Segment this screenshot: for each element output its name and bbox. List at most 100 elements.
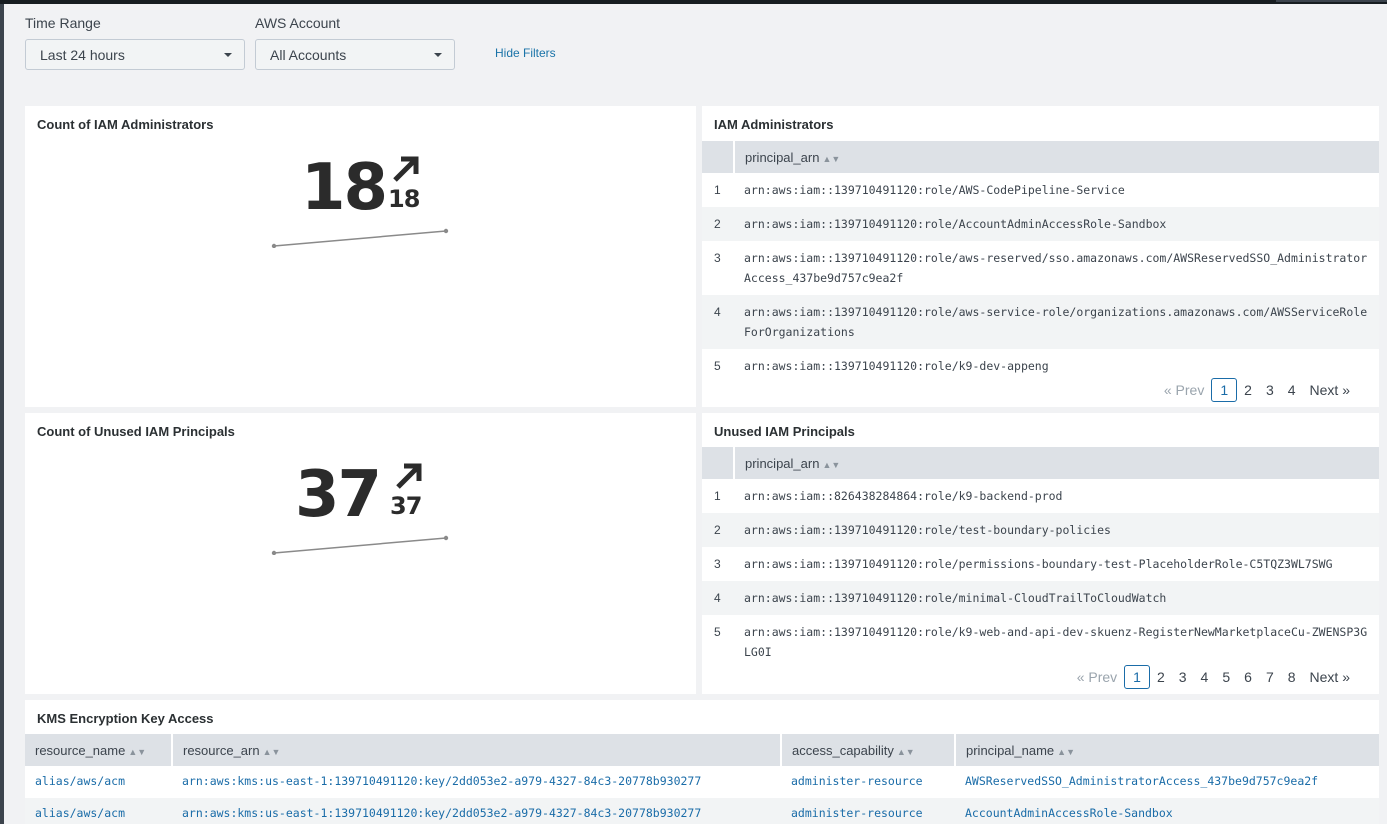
table-row[interactable]: 2 arn:aws:iam::139710491120:role/AccountA… bbox=[702, 207, 1379, 241]
row-number: 5 bbox=[702, 615, 734, 669]
pager-page[interactable]: 2 bbox=[1237, 382, 1259, 398]
principal-arn-cell[interactable]: arn:aws:iam::139710491120:role/test-boun… bbox=[734, 513, 1379, 547]
sort-icon: ▲▼ bbox=[262, 746, 281, 757]
principal-arn-cell[interactable]: arn:aws:iam::139710491120:role/aws-servi… bbox=[734, 295, 1379, 349]
pager-page[interactable]: 1 bbox=[1211, 378, 1238, 402]
sparkline-line bbox=[273, 230, 447, 247]
kms-panel: KMS Encryption Key Access resource_name ▲… bbox=[25, 700, 1379, 824]
hide-filters-link[interactable]: Hide Filters bbox=[495, 46, 556, 60]
panel-title: Count of Unused IAM Principals bbox=[37, 424, 235, 439]
pager-page[interactable]: 5 bbox=[1215, 669, 1237, 685]
principal-name-cell[interactable]: AccountAdminAccessRole-Sandbox bbox=[955, 798, 1379, 824]
sparkline-line bbox=[273, 537, 447, 554]
principal-arn-cell[interactable]: arn:aws:iam::139710491120:role/k9-web-an… bbox=[734, 615, 1379, 669]
access-capability-cell[interactable]: administer-resource bbox=[781, 766, 955, 798]
resource-name-cell[interactable]: alias/aws/acm bbox=[25, 766, 172, 798]
aws-account-label: AWS Account bbox=[255, 15, 341, 31]
pagination: « Prev 1 2 3 4 5 6 7 8 Next » bbox=[1070, 665, 1357, 689]
column-header-access-capability[interactable]: access_capability ▲▼ bbox=[780, 734, 955, 766]
time-range-select[interactable]: Last 24 hours bbox=[25, 39, 245, 70]
count-unused-panel: Count of Unused IAM Principals 37 37 bbox=[25, 413, 696, 694]
column-header-label: access_capability bbox=[792, 742, 894, 758]
principal-arn-cell[interactable]: arn:aws:iam::139710491120:role/aws-reser… bbox=[734, 241, 1379, 295]
table-row[interactable]: alias/aws/acm arn:aws:kms:us-east-1:13971… bbox=[25, 798, 1379, 824]
principal-arn-cell[interactable]: arn:aws:iam::139710491120:role/AccountAd… bbox=[734, 207, 1379, 241]
column-header-label: principal_name bbox=[966, 742, 1055, 758]
pager-page[interactable]: 8 bbox=[1281, 669, 1303, 685]
pager-page[interactable]: 6 bbox=[1237, 669, 1259, 685]
single-value: 18 18 bbox=[25, 146, 696, 266]
column-header-principal-arn[interactable]: principal_arn ▲▼ bbox=[733, 141, 1379, 173]
unused-principals-table: principal_arn ▲▼ 1 arn:aws:iam::8264382848… bbox=[702, 447, 1379, 669]
sort-icon: ▲▼ bbox=[1057, 746, 1075, 757]
sort-icon: ▲▼ bbox=[822, 153, 841, 164]
sparkline bbox=[271, 228, 449, 248]
resource-arn-cell[interactable]: arn:aws:kms:us-east-1:139710491120:key/2… bbox=[172, 766, 781, 798]
sort-icon: ▲▼ bbox=[822, 459, 841, 470]
row-number: 3 bbox=[702, 241, 734, 295]
column-header-label: resource_arn bbox=[183, 742, 260, 758]
principal-arn-cell[interactable]: arn:aws:iam::139710491120:role/AWS-CodeP… bbox=[734, 173, 1379, 207]
pager-page[interactable]: 2 bbox=[1150, 669, 1172, 685]
access-capability-cell[interactable]: administer-resource bbox=[781, 798, 955, 824]
table-row[interactable]: 1 arn:aws:iam::139710491120:role/AWS-Code… bbox=[702, 173, 1379, 207]
column-header-principal-name[interactable]: principal_name ▲▼ bbox=[954, 734, 1379, 766]
table-row[interactable]: 4 arn:aws:iam::139710491120:role/aws-serv… bbox=[702, 295, 1379, 349]
row-number: 4 bbox=[702, 295, 734, 349]
sort-icon: ▲▼ bbox=[896, 746, 915, 757]
left-sidebar-edge bbox=[0, 4, 4, 824]
column-header-principal-arn[interactable]: principal_arn ▲▼ bbox=[733, 447, 1379, 479]
resource-name-cell[interactable]: alias/aws/acm bbox=[25, 798, 172, 824]
resource-arn-cell[interactable]: arn:aws:kms:us-east-1:139710491120:key/2… bbox=[172, 798, 781, 824]
pager-page[interactable]: 3 bbox=[1172, 669, 1194, 685]
panel-title: Unused IAM Principals bbox=[714, 424, 855, 439]
table-row[interactable]: 3 arn:aws:iam::139710491120:role/permissi… bbox=[702, 547, 1379, 581]
column-header-resource-name[interactable]: resource_name ▲▼ bbox=[25, 734, 172, 766]
chevron-down-icon bbox=[224, 52, 232, 57]
single-value-delta: 18 bbox=[388, 185, 420, 213]
aws-account-select[interactable]: All Accounts bbox=[255, 39, 455, 70]
sparkline-point bbox=[271, 550, 277, 555]
table-row[interactable]: 3 arn:aws:iam::139710491120:role/aws-rese… bbox=[702, 241, 1379, 295]
panel-title: Count of IAM Administrators bbox=[37, 117, 214, 132]
pager-next[interactable]: Next » bbox=[1303, 669, 1357, 685]
top-tab-indicator bbox=[1276, 0, 1387, 2]
sparkline-point bbox=[443, 228, 449, 234]
pager-next[interactable]: Next » bbox=[1303, 382, 1357, 398]
iam-admins-panel: IAM Administrators principal_arn ▲▼ 1 arn:… bbox=[702, 106, 1379, 407]
pager-page[interactable]: 1 bbox=[1124, 665, 1150, 689]
row-number: 4 bbox=[702, 581, 734, 615]
iam-admins-table: principal_arn ▲▼ 1 arn:aws:iam::1397104911… bbox=[702, 141, 1379, 383]
pager-page[interactable]: 7 bbox=[1259, 669, 1281, 685]
single-value-delta: 37 bbox=[390, 492, 422, 520]
table-row[interactable]: 5 arn:aws:iam::139710491120:role/k9-web-a… bbox=[702, 615, 1379, 669]
arrow-up-right-icon bbox=[396, 463, 422, 489]
kms-table: resource_name ▲▼ resource_arn ▲▼ access_ca… bbox=[25, 734, 1379, 824]
principal-arn-cell[interactable]: arn:aws:iam::139710491120:role/permissio… bbox=[734, 547, 1379, 581]
pager-prev[interactable]: « Prev bbox=[1070, 669, 1124, 685]
top-bar bbox=[0, 0, 1387, 4]
sparkline-point bbox=[443, 535, 449, 541]
row-number-header bbox=[702, 141, 734, 173]
sort-icon: ▲▼ bbox=[128, 746, 147, 757]
pager-page[interactable]: 4 bbox=[1194, 669, 1216, 685]
single-value-number: 37 bbox=[295, 458, 382, 532]
column-header-label: resource_name bbox=[35, 742, 126, 758]
principal-arn-cell[interactable]: arn:aws:iam::139710491120:role/minimal-C… bbox=[734, 581, 1379, 615]
principal-arn-cell[interactable]: arn:aws:iam::826438284864:role/k9-backen… bbox=[734, 479, 1379, 513]
pager-prev[interactable]: « Prev bbox=[1157, 382, 1211, 398]
table-row[interactable]: alias/aws/acm arn:aws:kms:us-east-1:13971… bbox=[25, 766, 1379, 798]
column-header-label: principal_arn bbox=[745, 455, 820, 471]
aws-account-filter: AWS Account All Accounts bbox=[255, 14, 455, 70]
unused-principals-panel: Unused IAM Principals principal_arn ▲▼ 1a… bbox=[702, 413, 1379, 694]
table-row[interactable]: 1 arn:aws:iam::826438284864:role/k9-backe… bbox=[702, 479, 1379, 513]
table-row[interactable]: 2 arn:aws:iam::139710491120:role/test-bou… bbox=[702, 513, 1379, 547]
time-range-value: Last 24 hours bbox=[40, 46, 125, 63]
row-number: 2 bbox=[702, 207, 734, 241]
table-row[interactable]: 4 arn:aws:iam::139710491120:role/minimal-… bbox=[702, 581, 1379, 615]
column-header-resource-arn[interactable]: resource_arn ▲▼ bbox=[171, 734, 781, 766]
pager-page[interactable]: 4 bbox=[1281, 382, 1303, 398]
principal-name-cell[interactable]: AWSReservedSSO_AdministratorAccess_437be… bbox=[955, 766, 1379, 798]
row-number: 2 bbox=[702, 513, 734, 547]
pager-page[interactable]: 3 bbox=[1259, 382, 1281, 398]
